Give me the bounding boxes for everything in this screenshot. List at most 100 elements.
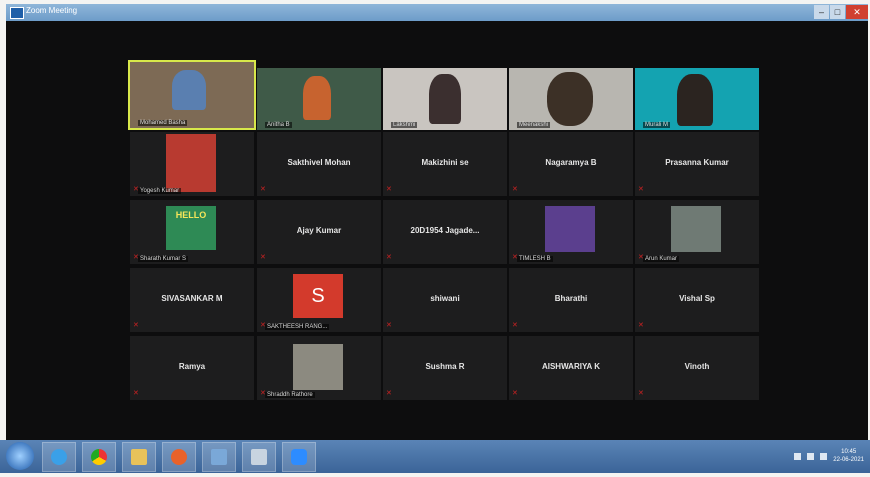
participant-name: Anitha B: [265, 122, 292, 128]
maximize-icon[interactable]: □: [830, 5, 845, 19]
participant-video: [172, 70, 206, 110]
window-title: Zoom Meeting: [26, 6, 78, 15]
participant-name: shiwani: [430, 293, 460, 303]
network-app-icon[interactable]: [202, 442, 236, 472]
participant-tile-8[interactable]: Makizhini se ✕: [383, 132, 507, 196]
mic-muted-icon: ✕: [512, 322, 518, 329]
clock-time: 10:45: [841, 449, 857, 455]
participant-tile-25[interactable]: Vinoth ✕: [635, 336, 759, 400]
windows-taskbar: 10:45 22-06-2021: [0, 440, 870, 473]
participant-name: Ajay Kumar: [296, 225, 342, 235]
mic-muted-icon: ✕: [133, 322, 139, 329]
start-button-icon[interactable]: [6, 442, 34, 470]
participant-tile-22[interactable]: ✕ Shraddh Rathore: [257, 336, 381, 400]
participant-tile-17[interactable]: S ✕ SAKTHEESH RANG...: [257, 268, 381, 332]
system-clock[interactable]: 10:45 22-06-2021: [833, 448, 864, 464]
participant-tile-4[interactable]: Meenakshi: [509, 68, 633, 130]
participant-name: Arun Kumar: [643, 256, 680, 262]
mic-muted-icon: ✕: [260, 186, 266, 193]
participant-name: Shraddh Rathore: [265, 392, 315, 398]
participant-tile-18[interactable]: shiwani ✕: [383, 268, 507, 332]
participant-name: SIVASANKAR M: [161, 293, 223, 303]
internet-explorer-icon[interactable]: [42, 442, 76, 472]
participant-photo: [166, 134, 216, 192]
system-tray: 10:45 22-06-2021: [794, 444, 864, 468]
chrome-icon[interactable]: [82, 442, 116, 472]
participant-name: Vinoth: [684, 361, 710, 371]
title-bar[interactable]: Zoom Meeting – □ ✕: [6, 4, 868, 21]
participant-tile-16[interactable]: SIVASANKAR M ✕: [130, 268, 254, 332]
zoom-meeting-window: Zoom Meeting – □ ✕ Mohamed Basha Anitha …: [6, 4, 868, 440]
minimize-icon[interactable]: –: [814, 5, 829, 19]
participant-tile-12[interactable]: Ajay Kumar ✕: [257, 200, 381, 264]
participant-name: Yogesh Kumar: [138, 188, 182, 194]
participant-name: Sakthivel Mohan: [287, 157, 351, 167]
zoom-taskbar-icon[interactable]: [282, 442, 316, 472]
participant-tile-3[interactable]: Lakshmi: [383, 68, 507, 130]
mic-muted-icon: ✕: [386, 322, 392, 329]
volume-icon[interactable]: [820, 452, 828, 460]
participant-photo: [293, 344, 343, 390]
mic-muted-icon: ✕: [386, 390, 392, 397]
network-icon[interactable]: [807, 452, 815, 460]
mic-muted-icon: ✕: [638, 322, 644, 329]
clock-date: 22-06-2021: [833, 457, 864, 463]
tray-arrow-icon[interactable]: [794, 452, 802, 460]
participant-name: Prasanna Kumar: [665, 157, 729, 167]
participant-name: TIMLESH B: [517, 256, 553, 262]
mic-muted-icon: ✕: [638, 390, 644, 397]
close-icon[interactable]: ✕: [846, 5, 868, 19]
participant-name: Makizhini se: [421, 157, 469, 167]
participant-name: Vishal Sp: [679, 293, 715, 303]
participant-video: [547, 72, 593, 126]
mic-muted-icon: ✕: [133, 390, 139, 397]
participant-tile-21[interactable]: Ramya ✕: [130, 336, 254, 400]
participant-tile-15[interactable]: ✕ Arun Kumar: [635, 200, 759, 264]
participant-photo: HELLO: [166, 206, 216, 250]
participant-video: [677, 74, 713, 126]
mic-muted-icon: ✕: [512, 390, 518, 397]
participant-name: Sharath Kumar S: [138, 256, 189, 262]
participant-name: Ramya: [178, 361, 206, 371]
participant-name: Murali M: [643, 122, 671, 128]
participant-name: Mohamed Basha: [138, 120, 188, 126]
participant-tile-24[interactable]: AISHWARIYA K ✕: [509, 336, 633, 400]
participant-name: Nagaramya B: [545, 157, 597, 167]
participant-name: Sushma R: [425, 361, 465, 371]
participant-initial-avatar: S: [293, 274, 343, 318]
participant-tile-9[interactable]: Nagaramya B ✕: [509, 132, 633, 196]
participant-tile-10[interactable]: Prasanna Kumar ✕: [635, 132, 759, 196]
participant-tile-20[interactable]: Vishal Sp ✕: [635, 268, 759, 332]
firefox-icon[interactable]: [162, 442, 196, 472]
participant-tile-5[interactable]: Murali M: [635, 68, 759, 130]
media-app-icon[interactable]: [242, 442, 276, 472]
participant-name: AISHWARIYA K: [541, 361, 601, 371]
participant-name: 20D1954 Jagade...: [410, 225, 480, 235]
participant-video: [429, 74, 461, 124]
mic-muted-icon: ✕: [512, 186, 518, 193]
participant-tile-14[interactable]: ✕ TIMLESH B: [509, 200, 633, 264]
participant-tile-13[interactable]: 20D1954 Jagade... ✕: [383, 200, 507, 264]
participant-photo: [671, 206, 721, 252]
participant-video: [303, 76, 331, 120]
participant-tile-11[interactable]: HELLO ✕ Sharath Kumar S: [130, 200, 254, 264]
file-explorer-icon[interactable]: [122, 442, 156, 472]
participant-tile-6[interactable]: ✕ Yogesh Kumar: [130, 132, 254, 196]
participant-tile-2[interactable]: Anitha B: [257, 68, 381, 130]
participant-name: Lakshmi: [391, 122, 418, 128]
mic-muted-icon: ✕: [638, 186, 644, 193]
participant-photo: [545, 206, 595, 252]
participant-tile-23[interactable]: Sushma R ✕: [383, 336, 507, 400]
window-controls: – □ ✕: [813, 5, 868, 20]
participant-name: Meenakshi: [517, 122, 551, 128]
participant-name: SAKTHEESH RANG...: [265, 324, 330, 330]
mic-muted-icon: ✕: [386, 186, 392, 193]
participant-tile-7[interactable]: Sakthivel Mohan ✕: [257, 132, 381, 196]
participant-name: Bharathi: [554, 293, 588, 303]
mic-muted-icon: ✕: [386, 254, 392, 261]
hello-text: HELLO: [175, 210, 207, 220]
participant-tile-1[interactable]: Mohamed Basha: [128, 60, 256, 130]
zoom-app-icon: [10, 7, 24, 19]
participant-tile-19[interactable]: Bharathi ✕: [509, 268, 633, 332]
mic-muted-icon: ✕: [260, 254, 266, 261]
